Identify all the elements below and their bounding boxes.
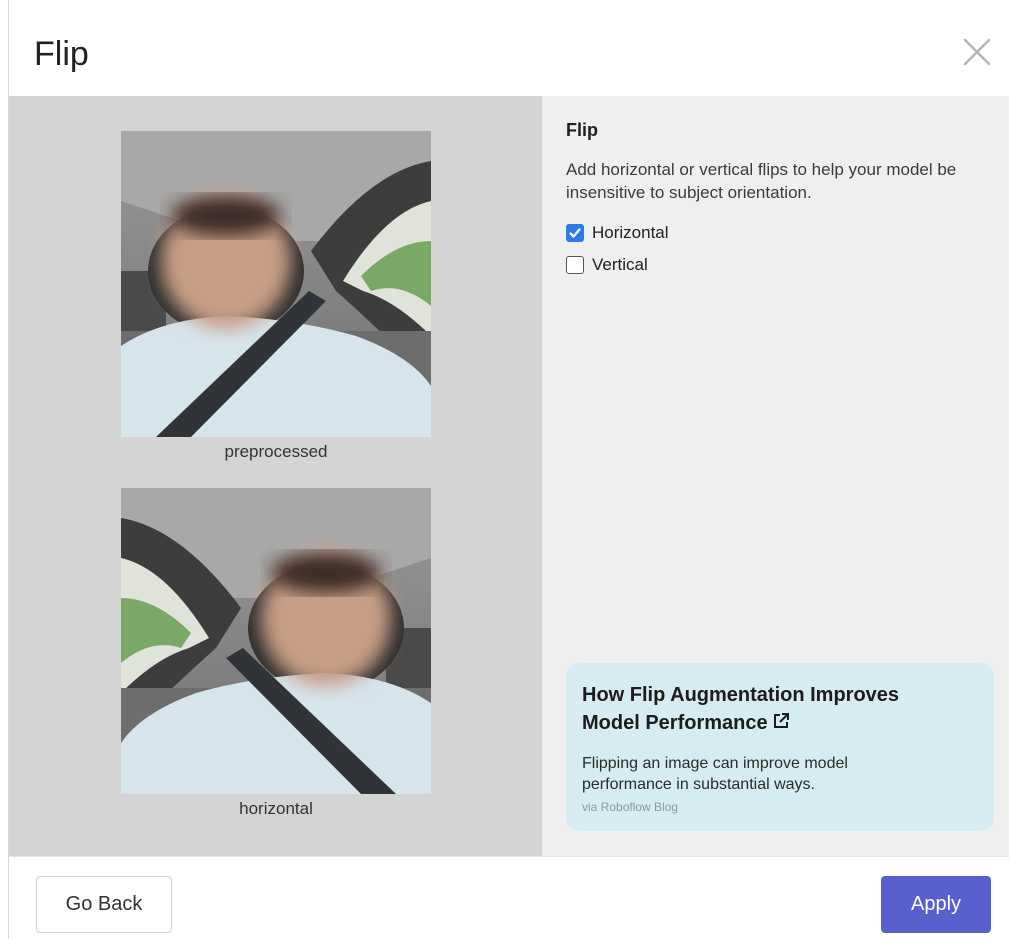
blog-card[interactable]: How Flip Augmentation Improves Model Per… — [566, 663, 994, 831]
dialog-header: Flip — [9, 0, 1009, 96]
settings-pane: Flip Add horizontal or vertical flips to… — [542, 96, 1009, 856]
blog-title-text: How Flip Augmentation Improves Model Per… — [582, 684, 900, 734]
vertical-option[interactable]: Vertical — [566, 255, 648, 275]
apply-button[interactable]: Apply — [881, 876, 991, 933]
dialog-body: preprocessed horizontal Flip Add horizon… — [9, 96, 1009, 856]
horizontal-label: Horizontal — [592, 223, 669, 242]
go-back-button[interactable]: Go Back — [36, 876, 172, 933]
blog-title[interactable]: How Flip Augmentation Improves Model Per… — [582, 681, 962, 739]
settings-description: Add horizontal or vertical flips to help… — [566, 160, 957, 202]
blog-source: via Roboflow Blog — [582, 800, 679, 814]
horizontal-caption: horizontal — [239, 799, 313, 818]
horizontal-option[interactable]: Horizontal — [566, 223, 669, 243]
close-icon — [963, 38, 991, 66]
horizontal-checkbox[interactable] — [566, 224, 584, 242]
close-button[interactable] — [955, 30, 999, 74]
preprocessed-image — [121, 131, 431, 437]
vertical-label: Vertical — [592, 255, 648, 274]
dialog-footer: Go Back Apply — [9, 856, 1009, 939]
flip-dialog: Flip preprocessed horizontal Flip Add ho… — [0, 0, 1009, 939]
external-link-icon — [771, 711, 791, 739]
preprocessed-caption: preprocessed — [224, 442, 328, 461]
vertical-checkbox[interactable] — [566, 256, 584, 274]
dialog-title: Flip — [34, 35, 89, 73]
preview-pane: preprocessed horizontal — [9, 96, 542, 856]
horizontal-flip-image — [121, 488, 431, 794]
settings-title: Flip — [566, 120, 598, 140]
checkmark-icon — [569, 228, 581, 238]
blog-text: Flipping an image can improve model perf… — [582, 755, 848, 793]
